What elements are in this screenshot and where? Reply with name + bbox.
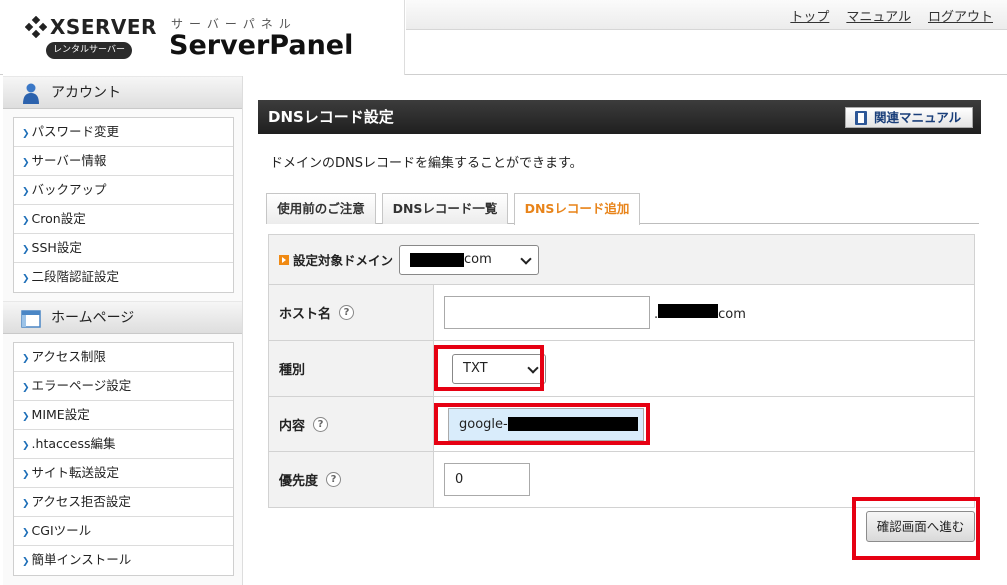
priority-label: 優先度? [269,452,434,507]
highlight-box [434,403,650,445]
tab-precautions[interactable]: 使用前のご注意 [266,193,376,224]
top-link[interactable]: トップ [790,6,829,25]
user-icon [23,83,39,104]
chevron-down-icon [520,252,532,265]
arrow-icon: ❯ [22,245,30,255]
sidebar-item-redirect[interactable]: ❯ サイト転送設定 [14,459,233,488]
xserver-logo-icon [25,16,47,38]
sidebar-item-easy-install[interactable]: ❯ 簡単インストール [14,546,233,575]
sidebar-item-server-info[interactable]: ❯ サーバー情報 [14,147,233,176]
arrow-icon: ❯ [22,383,30,393]
sidebar-section-homepage[interactable]: ホームページ [3,301,242,334]
rental-server-badge: レンタルサーバー [46,42,132,59]
target-domain-select[interactable]: com [399,244,540,275]
window-icon [21,310,41,328]
sidebar-section-title: ホームページ [51,310,135,326]
sidebar-item-2fa[interactable]: ❯ 二段階認証設定 [14,263,233,292]
arrow-icon: ❯ [22,274,30,284]
host-input[interactable] [444,296,650,329]
dns-record-form: 設定対象ドメイン com ホスト名? . com 種別 TXT 内容 ? goo… [268,234,975,508]
arrow-icon: ❯ [22,187,30,197]
arrow-icon: ❯ [22,499,30,509]
page-title-bar: DNSレコード設定 関連マニュアル [258,100,981,134]
related-manual-button[interactable]: 関連マニュアル [845,107,973,128]
help-icon[interactable]: ? [313,416,329,432]
host-row: ホスト名? . com [269,285,974,341]
help-icon[interactable]: ? [339,305,355,320]
highlight-box [852,497,980,560]
logo-area[interactable]: XSERVER レンタルサーバー サーバーパネル ServerPanel [3,0,405,75]
arrow-icon: ❯ [22,441,30,451]
content-label: 内容? [269,397,434,451]
arrow-icon: ❯ [22,354,30,364]
tab-dns-record-add[interactable]: DNSレコード追加 [514,193,640,225]
homepage-menu: ❯ アクセス制限 ❯ エラーページ設定 ❯ MIME設定 ❯ .htaccess編集 ❯… [13,342,234,576]
sidebar-section-account[interactable]: アカウント [3,76,242,109]
sidebar-item-ssh[interactable]: ❯ SSH設定 [14,234,233,263]
target-domain-label: 設定対象ドメイン [279,250,393,269]
priority-input[interactable]: 0 [444,463,530,496]
sidebar-item-access-limit[interactable]: ❯ アクセス制限 [14,343,233,372]
sidebar-item-access-deny[interactable]: ❯ アクセス拒否設定 [14,488,233,517]
redacted-domain [658,303,719,318]
sidebar: アカウント ❯ パスワード変更 ❯ サーバー情報 ❯ バックアップ ❯ Cron設定 ❯… [3,76,243,585]
tab-dns-record-list[interactable]: DNSレコード一覧 [382,193,508,224]
help-icon[interactable]: ? [326,472,342,487]
arrow-icon: ❯ [22,216,30,226]
account-menu: ❯ パスワード変更 ❯ サーバー情報 ❯ バックアップ ❯ Cron設定 ❯ SSH設定 … [13,117,234,293]
arrow-icon: ❯ [22,557,30,567]
sidebar-item-cgi[interactable]: ❯ CGIツール [14,517,233,546]
content-value: google- [434,397,974,451]
tab-bar: 使用前のご注意 DNSレコード一覧 DNSレコード追加 [266,193,979,225]
panel-name: ServerPanel [169,30,354,61]
bullet-icon [279,254,289,265]
arrow-icon: ❯ [22,129,30,139]
header: XSERVER レンタルサーバー サーバーパネル ServerPanel トップ… [0,0,1007,75]
type-value: TXT [434,341,974,396]
host-suffix: . com [654,303,746,322]
sidebar-item-cron[interactable]: ❯ Cron設定 [14,205,233,234]
brand-name: XSERVER [50,15,157,39]
arrow-icon: ❯ [22,528,30,538]
redacted-domain [410,252,465,267]
content-row: 内容? google- [269,397,974,452]
type-row: 種別 TXT [269,341,974,397]
host-value: . com [434,285,974,340]
manual-link[interactable]: マニュアル [846,6,911,25]
sidebar-item-htaccess[interactable]: ❯ .htaccess編集 [14,430,233,459]
sidebar-item-backup[interactable]: ❯ バックアップ [14,176,233,205]
page-title: DNSレコード設定 [268,108,394,126]
sidebar-item-password[interactable]: ❯ パスワード変更 [14,118,233,147]
sidebar-item-error-page[interactable]: ❯ エラーページ設定 [14,372,233,401]
type-label: 種別 [269,341,434,396]
highlight-box [434,345,544,391]
header-nav-bar: トップ マニュアル ログアウト [406,0,1007,30]
host-label: ホスト名? [269,285,434,340]
arrow-icon: ❯ [22,470,30,480]
arrow-icon: ❯ [22,412,30,422]
main-content: DNSレコード設定 関連マニュアル ドメインのDNSレコードを編集することができ… [258,100,981,560]
logout-link[interactable]: ログアウト [928,6,993,25]
page-description: ドメインのDNSレコードを編集することができます。 [270,156,583,171]
book-icon [855,111,867,125]
arrow-icon: ❯ [22,158,30,168]
sidebar-item-mime[interactable]: ❯ MIME設定 [14,401,233,430]
sidebar-section-title: アカウント [51,85,121,101]
target-domain-row: 設定対象ドメイン com [269,235,974,285]
header-links: トップ マニュアル ログアウト [790,6,993,25]
